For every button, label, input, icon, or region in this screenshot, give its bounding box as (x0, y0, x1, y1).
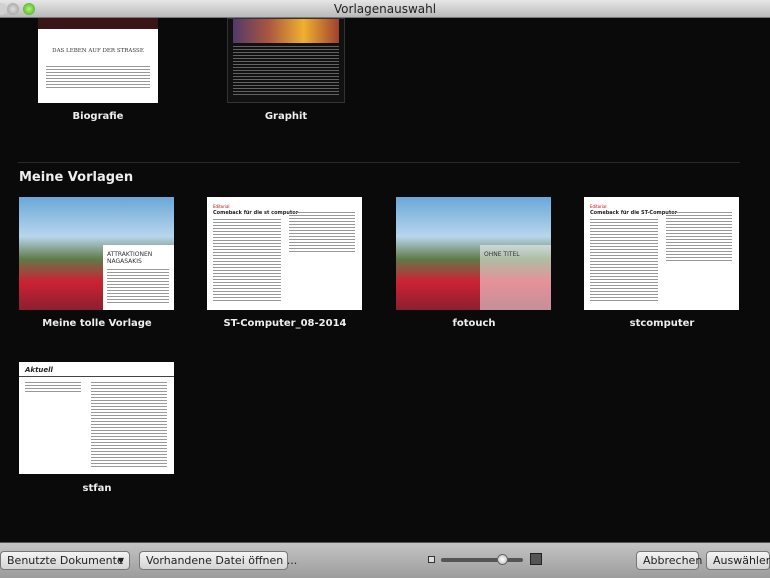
template-browser: DAS LEBEN AUF DER STRASSE Biografie Grap… (0, 18, 770, 542)
thumbnail-heading: Aktuell (25, 366, 53, 374)
template-thumbnail-stfan[interactable]: Aktuell (19, 362, 174, 474)
template-label: Meine tolle Vorlage (42, 318, 152, 329)
thumbnail-heading: ATTRAKTIONEN NAGASAKIS (107, 251, 153, 265)
template-label: Biografie (72, 111, 124, 122)
bottom-toolbar: Benutzte Dokumente ▼ Vorhandene Datei öf… (0, 542, 770, 578)
thumbnail-heading: Comeback für die ST-Computer (590, 210, 678, 216)
open-existing-file-button[interactable]: Vorhandene Datei öffnen ... (139, 551, 297, 570)
thumbnail-heading: DAS LEBEN AUF DER STRASSE (52, 48, 144, 54)
window-title: Vorlagenauswahl (333, 2, 437, 16)
template-thumbnail-stcomputer[interactable]: Editorial Comeback für die ST-Computer (584, 197, 739, 310)
template-thumbnail-graphit[interactable] (227, 18, 345, 103)
template-thumbnail-fotouch[interactable]: OHNE TITEL (396, 197, 551, 310)
chevron-down-icon: ▼ (117, 556, 124, 565)
title-bar: Vorlagenauswahl (0, 0, 770, 18)
minimize-button[interactable] (0, 3, 7, 15)
template-thumbnail-st-computer[interactable]: Editorial Comeback für die st computer (207, 197, 362, 310)
template-label: stcomputer (629, 318, 695, 329)
thumbnail-heading: OHNE TITEL (484, 251, 520, 258)
template-label: ST-Computer_08-2014 (223, 318, 347, 329)
divider (18, 162, 740, 163)
zoom-slider-knob[interactable] (496, 554, 508, 565)
template-thumbnail-biografie[interactable]: DAS LEBEN AUF DER STRASSE (38, 18, 158, 103)
small-thumbnail-icon (428, 556, 435, 563)
choose-button[interactable]: Auswählen (706, 551, 770, 570)
cancel-button[interactable]: Abbrechen (636, 551, 702, 570)
template-label: stfan (82, 483, 112, 494)
recent-documents-popup[interactable]: Benutzte Dokumente ▼ (0, 551, 130, 570)
minimize-button[interactable] (7, 3, 19, 15)
thumbnail-heading: Comeback für die st computer (213, 210, 299, 216)
zoom-slider[interactable] (441, 554, 523, 565)
template-label: Graphit (264, 111, 308, 122)
zoom-button[interactable] (23, 3, 35, 15)
template-thumbnail-meine-tolle-vorlage[interactable]: ATTRAKTIONEN NAGASAKIS (19, 197, 174, 310)
large-thumbnail-icon (530, 553, 542, 565)
section-title: Meine Vorlagen (19, 170, 134, 185)
template-label: fotouch (452, 318, 496, 329)
recent-documents-label: Benutzte Dokumente (7, 554, 124, 567)
